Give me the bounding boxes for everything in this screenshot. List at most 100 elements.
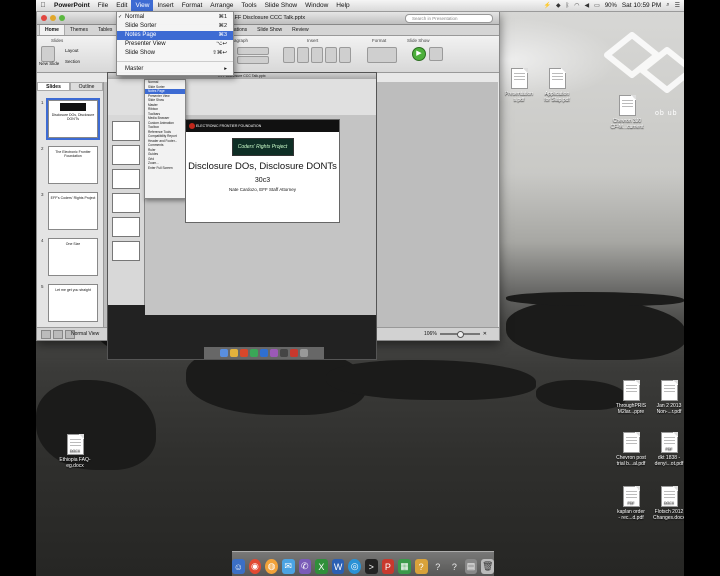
desktop-file-icon[interactable]: DOCX Ethiopia FAQ-eg.docx	[54, 434, 96, 469]
menu-help[interactable]: Help	[332, 0, 353, 11]
section-label[interactable]: Section	[65, 59, 80, 64]
powerpoint-icon[interactable]: P	[381, 559, 395, 574]
window-titlebar[interactable]: EFF Disclosure CCC Talk.pptx Search in P…	[37, 12, 499, 25]
nested-dock-app[interactable]	[260, 349, 268, 357]
menu-file[interactable]: File	[94, 0, 112, 11]
tab-tables[interactable]: Tables	[93, 25, 117, 35]
fit-window-icon[interactable]: ✕	[483, 328, 487, 340]
excel-icon[interactable]: X	[315, 559, 328, 574]
desktop-file-icon[interactable]: ThroughPRIS M2lar...ppre	[610, 380, 652, 415]
nested-dock-app[interactable]	[250, 349, 258, 357]
desktop-file-icon[interactable]: DOCX Flotsch 2012 Changes.docx	[648, 486, 684, 521]
paragraph-align-controls[interactable]	[237, 56, 269, 64]
slide-thumbnail-1[interactable]: 1 Disclosure DOs, Disclosure DON'Ts	[41, 98, 100, 140]
menu-item-slide-show[interactable]: Slide Show ⇧⌘↩	[117, 49, 233, 58]
nested-slide-thumb[interactable]	[112, 241, 140, 261]
slide-thumbnail-5[interactable]: 5 Let me get you straight	[41, 284, 98, 322]
slide-thumb[interactable]: EFF's Coders' Rights Project	[48, 192, 98, 230]
nested-dock-app[interactable]	[230, 349, 238, 357]
nested-dock-app[interactable]	[280, 349, 288, 357]
notification-center-icon[interactable]: ☰	[675, 2, 680, 9]
slide-thumb[interactable]: One Size	[48, 238, 98, 276]
menu-item-presenter-view[interactable]: Presenter View ⌥↩	[117, 40, 233, 49]
menu-item-master[interactable]: Master ▸	[117, 65, 233, 74]
firefox-icon[interactable]: ◍	[265, 559, 278, 574]
menu-format[interactable]: Format	[178, 0, 207, 11]
tab-themes[interactable]: Themes	[65, 25, 93, 35]
zoom-knob[interactable]	[456, 331, 464, 338]
nested-slide-thumb[interactable]	[112, 145, 140, 165]
slide-thumb[interactable]: The Electronic Frontier Foundation	[48, 146, 98, 184]
play-icon[interactable]: ▶	[412, 47, 426, 61]
desktop-file-icon[interactable]: Presentation s.pdf	[498, 68, 540, 103]
nested-dock-app[interactable]	[290, 349, 298, 357]
desktop-file-icon[interactable]: Jan 2 2013 Non-...r.pdf	[648, 380, 684, 415]
apple-icon[interactable]: 	[36, 2, 50, 9]
new-slide-button[interactable]	[41, 46, 55, 62]
safari-icon[interactable]: ◎	[348, 559, 361, 574]
menu-item-slide-sorter[interactable]: Slide Sorter ⌘2	[117, 22, 233, 31]
current-slide[interactable]: ELECTRONIC FRONTIER FOUNDATION Coders' R…	[185, 119, 340, 223]
shape-button[interactable]	[311, 47, 323, 63]
nested-slide-thumb[interactable]	[112, 217, 140, 237]
nested-menu-item[interactable]: Enter Full Screen	[145, 166, 185, 171]
menu-window[interactable]: Window	[301, 0, 332, 11]
layout-label[interactable]: Layout	[65, 48, 79, 53]
script-icon[interactable]: ⚡	[544, 2, 551, 9]
menu-powerpoint[interactable]: PowerPoint	[50, 0, 94, 11]
script-editor-icon[interactable]: ?	[414, 559, 428, 574]
word-icon[interactable]: W	[331, 559, 345, 574]
smartart-button[interactable]	[325, 47, 337, 63]
dropbox-icon[interactable]: ◆	[556, 2, 561, 9]
menu-insert[interactable]: Insert	[153, 0, 177, 11]
menubar-clock[interactable]: Sat 10:59 PM	[622, 2, 661, 9]
downloads-icon[interactable]: ?	[448, 559, 461, 574]
bluetooth-icon[interactable]: ᛒ	[566, 3, 570, 9]
menu-view[interactable]: View	[131, 0, 154, 11]
menu-tools[interactable]: Tools	[237, 0, 260, 11]
slideshow-options-button[interactable]	[429, 47, 443, 61]
search-input[interactable]: Search in Presentation	[405, 14, 493, 23]
slide-thumb[interactable]: Disclosure DOs, Disclosure DON'Ts	[46, 98, 100, 140]
wifi-icon[interactable]: ◠	[574, 2, 579, 9]
spotlight-icon[interactable]: ⌕	[666, 2, 669, 9]
nested-dock-app[interactable]	[270, 349, 278, 357]
tab-slide-show[interactable]: Slide Show	[252, 25, 287, 35]
normal-view-button[interactable]	[41, 330, 51, 339]
nested-slide-thumb[interactable]	[112, 169, 140, 189]
sidebar-tab-outline[interactable]: Outline	[70, 82, 103, 91]
spreadsheet-icon[interactable]: ▦	[398, 559, 411, 574]
close-button[interactable]	[41, 15, 47, 21]
chrome-icon[interactable]: ◉	[248, 559, 262, 574]
help-icon[interactable]: ?	[432, 559, 445, 574]
zoom-button[interactable]	[59, 15, 65, 21]
trash-icon[interactable]: 🗑	[481, 559, 494, 574]
slide-thumbnail-2[interactable]: 2 The Electronic Frontier Foundation	[41, 146, 98, 184]
desktop-file-icon[interactable]: Chevron post trial b...al.pdf	[610, 432, 652, 467]
desktop-file-icon[interactable]: PDF kaplan order - rec...d.pdf	[610, 486, 652, 521]
messages-icon[interactable]: ✆	[298, 559, 312, 574]
menu-arrange[interactable]: Arrange	[206, 0, 237, 11]
picture-button[interactable]	[297, 47, 309, 63]
minimize-button[interactable]	[50, 15, 56, 21]
slide-thumb[interactable]: Let me get you straight	[48, 284, 98, 322]
nested-slide-thumb[interactable]	[112, 193, 140, 213]
paragraph-controls[interactable]	[237, 47, 269, 55]
menu-edit[interactable]: Edit	[112, 0, 131, 11]
mail-icon[interactable]: ✉	[281, 559, 295, 574]
menu-item-notes-page[interactable]: Notes Page ⌘3	[117, 31, 233, 40]
nested-slide-thumb[interactable]	[112, 121, 140, 141]
menu-slide-show[interactable]: Slide Show	[261, 0, 302, 11]
finder-icon[interactable]: ☺	[232, 559, 245, 574]
slide-sorter-button[interactable]	[53, 330, 63, 339]
desktop-file-icon[interactable]: Application for Slap.pdf	[536, 68, 578, 103]
documents-stack-icon[interactable]: ▤	[464, 559, 478, 574]
tab-home[interactable]: Home	[39, 25, 65, 35]
nested-dock-app[interactable]	[300, 349, 308, 357]
desktop-file-icon[interactable]: PDF dkt 1838 - denyi...ot.pdf	[648, 432, 684, 467]
slide-thumbnail-3[interactable]: 3 EFF's Coders' Rights Project	[41, 192, 98, 230]
quick-styles-button[interactable]	[367, 47, 397, 63]
volume-icon[interactable]: ◀	[585, 2, 590, 9]
nested-dock-app[interactable]	[220, 349, 228, 357]
zoom-slider[interactable]	[439, 331, 480, 338]
